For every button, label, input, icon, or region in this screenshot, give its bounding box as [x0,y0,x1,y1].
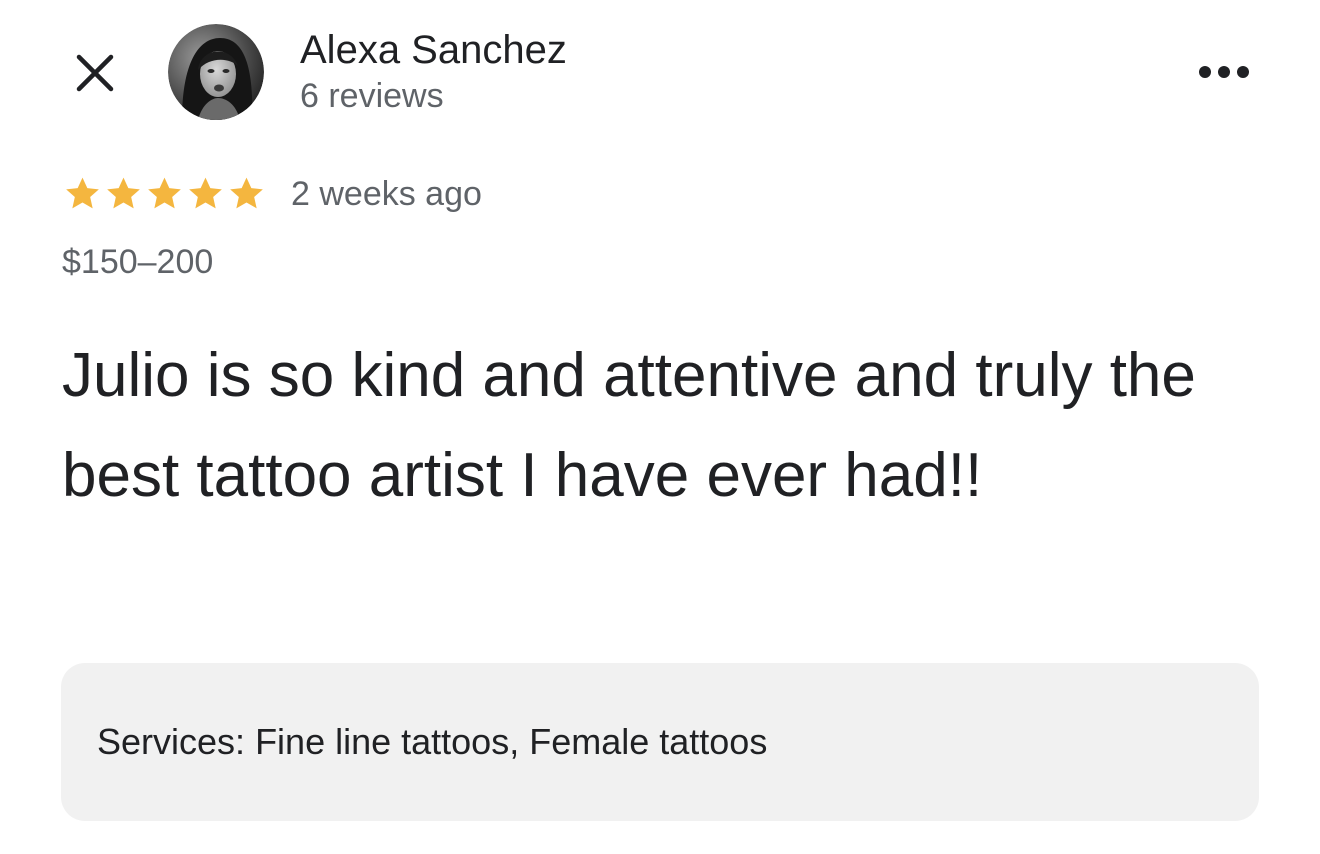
star-icon [189,177,222,209]
review-text: Julio is so kind and attentive and truly… [62,341,1196,510]
services-value: Fine line tattoos, Female tattoos [255,721,768,762]
close-button[interactable] [68,46,122,100]
star-rating [62,174,267,214]
services-line: Services: Fine line tattoos, Female tatt… [97,720,767,764]
star-icon [230,177,263,209]
price-range: $150–200 [62,243,214,281]
close-icon [76,54,114,92]
services-label: Services: [97,721,246,762]
reviewer-name[interactable]: Alexa Sanchez [300,26,567,74]
reviewer-info[interactable]: Alexa Sanchez 6 reviews [300,26,567,118]
star-icon [66,177,99,209]
review-count: 6 reviews [300,77,444,115]
avatar[interactable] [168,24,264,120]
review-time: 2 weeks ago [291,175,482,213]
services-box: Services: Fine line tattoos, Female tatt… [61,663,1259,821]
star-icon [148,177,181,209]
more-options-button[interactable] [1188,50,1260,94]
more-horizontal-icon [1199,66,1249,78]
review-detail-page: Alexa Sanchez 6 reviews 2 weeks ago $150… [0,0,1320,854]
star-icon [107,177,140,209]
rating-row: 2 weeks ago [62,170,482,218]
